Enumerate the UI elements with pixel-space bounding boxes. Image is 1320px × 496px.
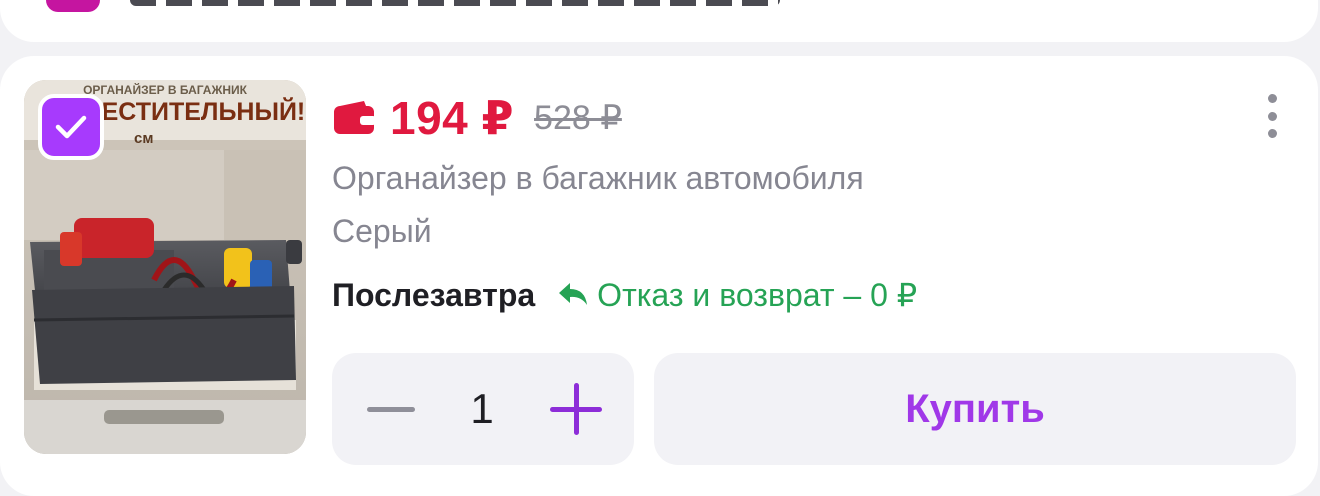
return-policy[interactable]: Отказ и возврат – 0 ₽ <box>597 276 917 314</box>
minus-icon <box>367 406 415 412</box>
image-banner-size: см <box>134 130 153 147</box>
select-item-checkbox[interactable] <box>38 94 104 160</box>
increase-quantity-button[interactable] <box>550 383 602 435</box>
product-color: Серый <box>332 213 432 249</box>
check-icon <box>55 115 87 139</box>
plus-icon-vertical <box>574 383 579 435</box>
buy-button[interactable]: Купить <box>654 353 1296 465</box>
more-options-button[interactable] <box>1262 94 1282 138</box>
quantity-stepper: 1 <box>332 353 634 465</box>
price-old: 528 ₽ <box>534 99 622 137</box>
more-vertical-icon-dot <box>1267 111 1277 121</box>
decrease-quantity-button[interactable] <box>366 393 416 425</box>
more-vertical-icon-dot <box>1267 129 1277 138</box>
product-title[interactable]: Органайзер в багажник автомобиля <box>332 160 864 197</box>
delivery-date: Послезавтра <box>332 276 536 313</box>
previous-card-text <box>130 0 780 6</box>
brand-logo <box>46 0 100 12</box>
cart-item-card: ОРГАНАЙЗЕР В БАГАЖНИК ВМЕСТИТЕЛЬНЫЙ! см <box>0 56 1318 496</box>
previous-card <box>0 0 1318 42</box>
price-row: 194 ₽ 528 ₽ <box>332 88 622 148</box>
delivery-row: Послезавтра Отказ и возврат – 0 ₽ <box>332 272 917 318</box>
return-arrow-icon <box>559 283 588 305</box>
image-banner-top: ОРГАНАЙЗЕР В БАГАЖНИК <box>83 82 248 97</box>
wallet-icon <box>334 101 376 134</box>
more-vertical-icon-dot <box>1267 94 1277 103</box>
quantity-value: 1 <box>470 385 494 432</box>
price-current: 194 ₽ <box>390 92 515 144</box>
